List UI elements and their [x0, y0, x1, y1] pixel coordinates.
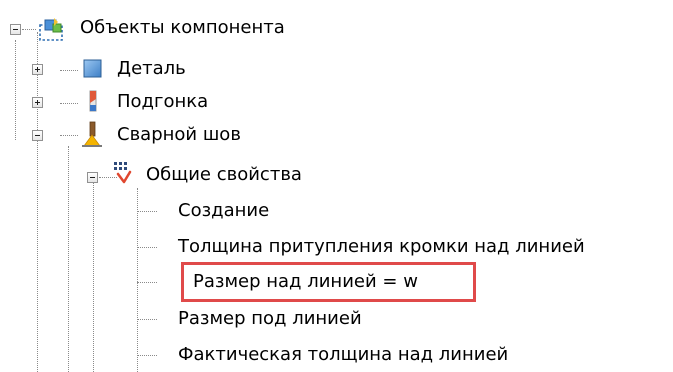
property-label: Размер под линией [178, 308, 362, 329]
property-label: Толщина притупления кромки над линией [178, 236, 585, 257]
collapse-toggle-general-properties[interactable] [87, 172, 98, 183]
tree-line [137, 211, 157, 212]
detail-icon [83, 59, 102, 78]
tree-node-label: Подгонка [117, 91, 209, 112]
weld-seam-icon [82, 121, 102, 147]
collapse-toggle-root[interactable] [10, 24, 21, 35]
expand-toggle-detail[interactable] [32, 64, 43, 75]
tree-line-level4 [137, 188, 138, 372]
tree-line [137, 355, 157, 356]
expand-toggle-fitting[interactable] [32, 97, 43, 108]
tree-node-label: Общие свойства [146, 164, 302, 185]
tree-node-label: Объекты компонента [80, 17, 285, 38]
tree-line-level2 [68, 146, 69, 372]
tree-line [137, 247, 157, 248]
collapse-toggle-weld-seam[interactable] [32, 130, 43, 141]
tree-line [60, 135, 78, 136]
tree-line [60, 103, 78, 104]
general-properties-icon [114, 162, 132, 184]
component-object-tree: Объекты компонента Деталь Подгонка Сварн… [0, 0, 673, 372]
tree-line [137, 319, 157, 320]
property-label: Фактическая толщина над линией [178, 344, 509, 365]
tree-line-level1 [37, 32, 38, 372]
property-label: Создание [178, 200, 270, 221]
tree-line [22, 29, 36, 30]
tree-line [60, 70, 78, 71]
property-label: Размер над линией = w [193, 271, 418, 292]
tree-line [137, 282, 157, 283]
tree-node-label: Сварной шов [117, 124, 241, 145]
component-objects-icon [39, 18, 63, 41]
tree-node-label: Деталь [117, 58, 186, 79]
fitting-icon [89, 90, 97, 112]
tree-line-level0 [15, 40, 16, 140]
tree-line-level3 [93, 178, 94, 372]
